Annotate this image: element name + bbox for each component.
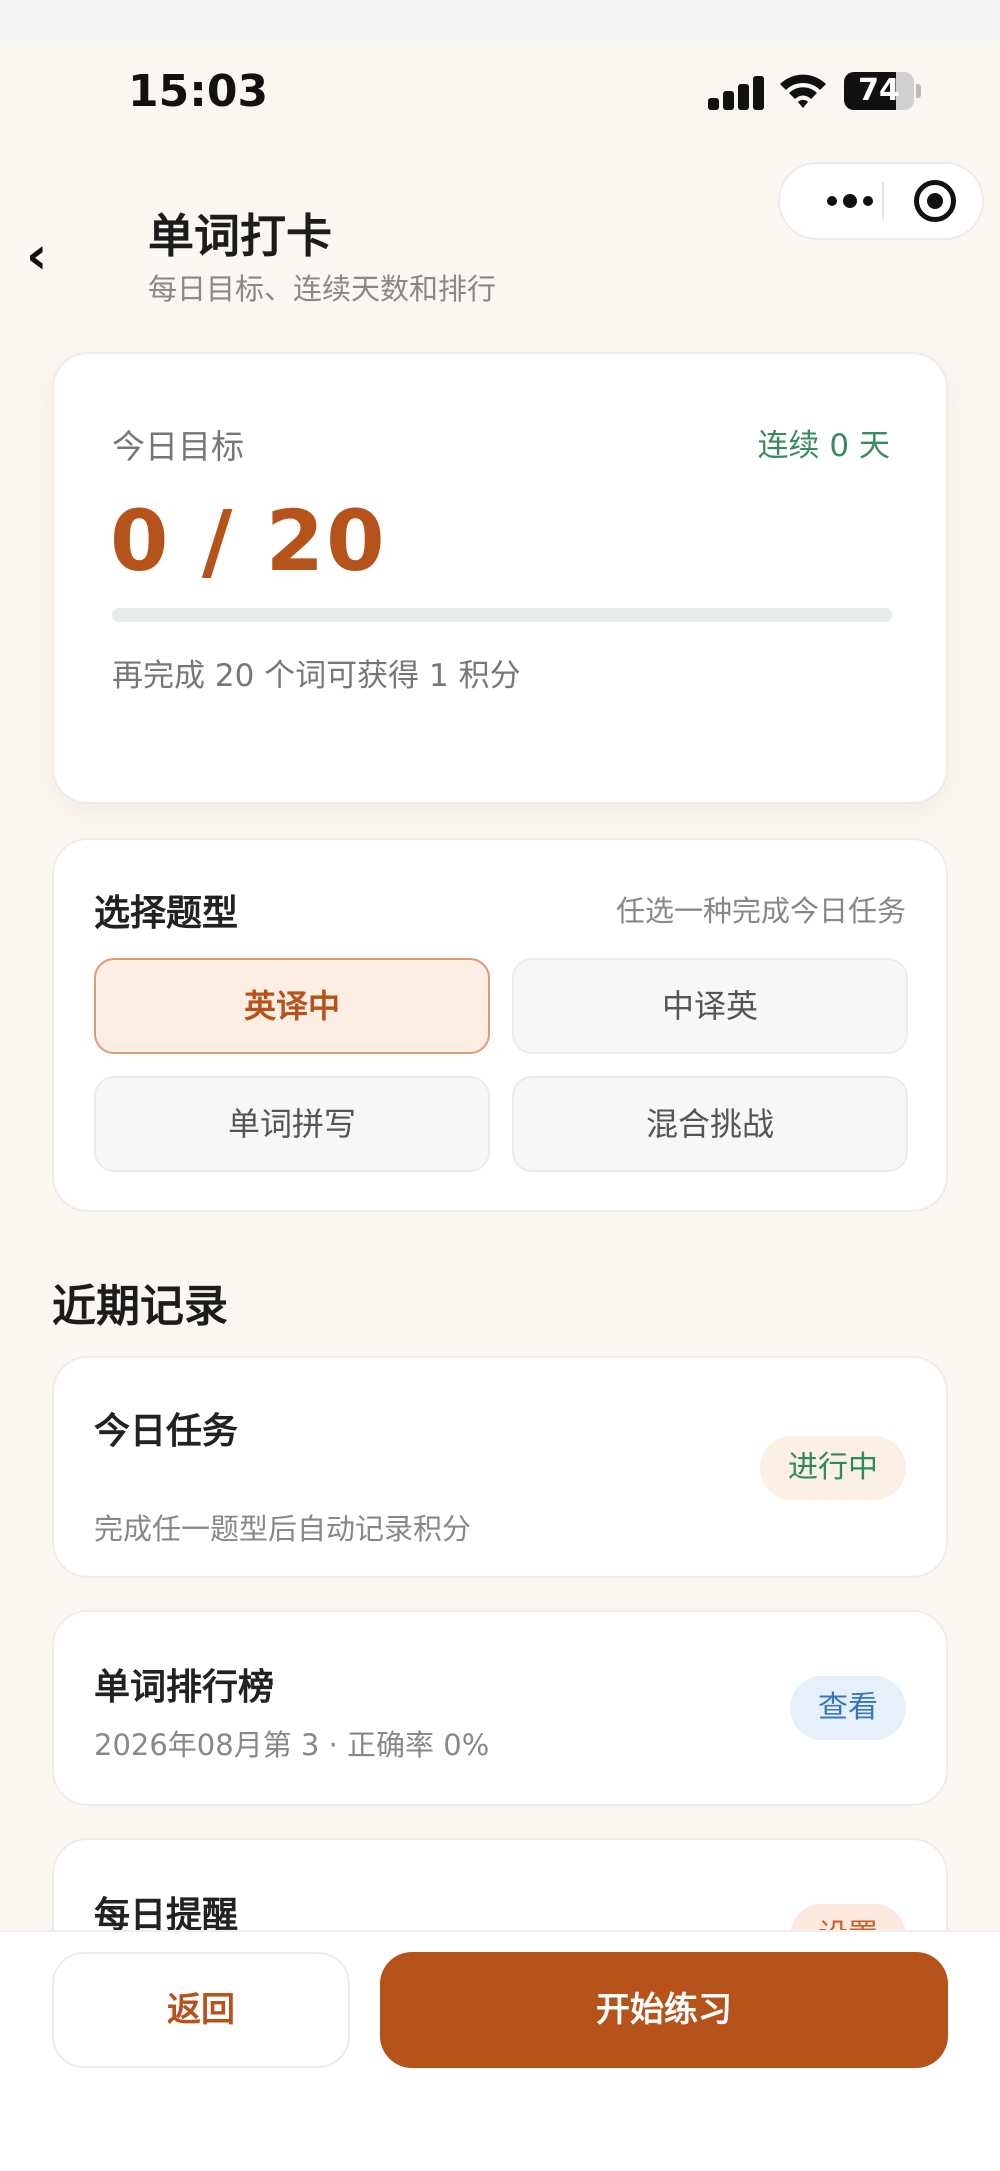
top-strip	[0, 0, 1000, 42]
record-title: 单词排行榜	[94, 1667, 275, 1708]
daily-goal-card: 今日目标 连续 0 天 0 / 20 再完成 20 个词可获得 1 积分	[52, 352, 948, 804]
record-today-task[interactable]: 今日任务 进行中 完成任一题型后自动记录积分	[52, 1356, 948, 1578]
status-time: 15:03	[128, 66, 269, 117]
battery-level: 74	[858, 73, 900, 108]
capsule-divider	[882, 182, 884, 220]
more-dots-icon[interactable]	[808, 164, 892, 238]
target-icon[interactable]	[914, 180, 956, 222]
goal-hint: 再完成 20 个词可获得 1 积分	[112, 658, 521, 694]
battery-icon: 74	[844, 72, 914, 110]
streak-text: 连续 0 天	[757, 428, 890, 464]
battery-tip	[916, 84, 921, 98]
status-bar: 15:03 74	[0, 42, 1000, 142]
type-option-zh-to-en[interactable]: 中译英	[512, 958, 908, 1054]
back-button[interactable]: 返回	[52, 1952, 350, 2068]
page-subtitle: 每日目标、连续天数和排行	[148, 272, 497, 306]
record-desc: 2026年08月第 3 · 正确率 0%	[94, 1728, 490, 1762]
question-type-heading: 选择题型	[94, 893, 239, 934]
wifi-icon	[778, 70, 828, 110]
type-option-mixed[interactable]: 混合挑战	[512, 1076, 908, 1172]
signal-icon	[708, 76, 764, 110]
status-badge: 进行中	[760, 1436, 906, 1500]
goal-progress-bar	[112, 608, 892, 622]
mini-program-capsule	[778, 162, 984, 240]
page-title: 单词打卡	[148, 209, 332, 263]
view-leaderboard-button[interactable]: 查看	[790, 1676, 906, 1740]
question-type-note: 任选一种完成今日任务	[615, 894, 906, 928]
chevron-left-icon[interactable]: ‹	[26, 226, 66, 286]
goal-progress-count: 0 / 20	[110, 492, 387, 590]
record-desc: 完成任一题型后自动记录积分	[94, 1512, 472, 1546]
start-practice-button[interactable]: 开始练习	[380, 1952, 948, 2068]
record-title: 今日任务	[94, 1411, 239, 1452]
record-leaderboard[interactable]: 单词排行榜 2026年08月第 3 · 正确率 0% 查看	[52, 1610, 948, 1806]
bottom-action-bar: 返回 开始练习	[0, 1930, 1000, 2171]
recent-records-heading: 近期记录	[52, 1281, 228, 1332]
question-type-card: 选择题型 任选一种完成今日任务 英译中 中译英 单词拼写 混合挑战	[52, 838, 948, 1212]
goal-label: 今日目标	[112, 427, 244, 466]
type-option-en-to-zh[interactable]: 英译中	[94, 958, 490, 1054]
type-option-spelling[interactable]: 单词拼写	[94, 1076, 490, 1172]
